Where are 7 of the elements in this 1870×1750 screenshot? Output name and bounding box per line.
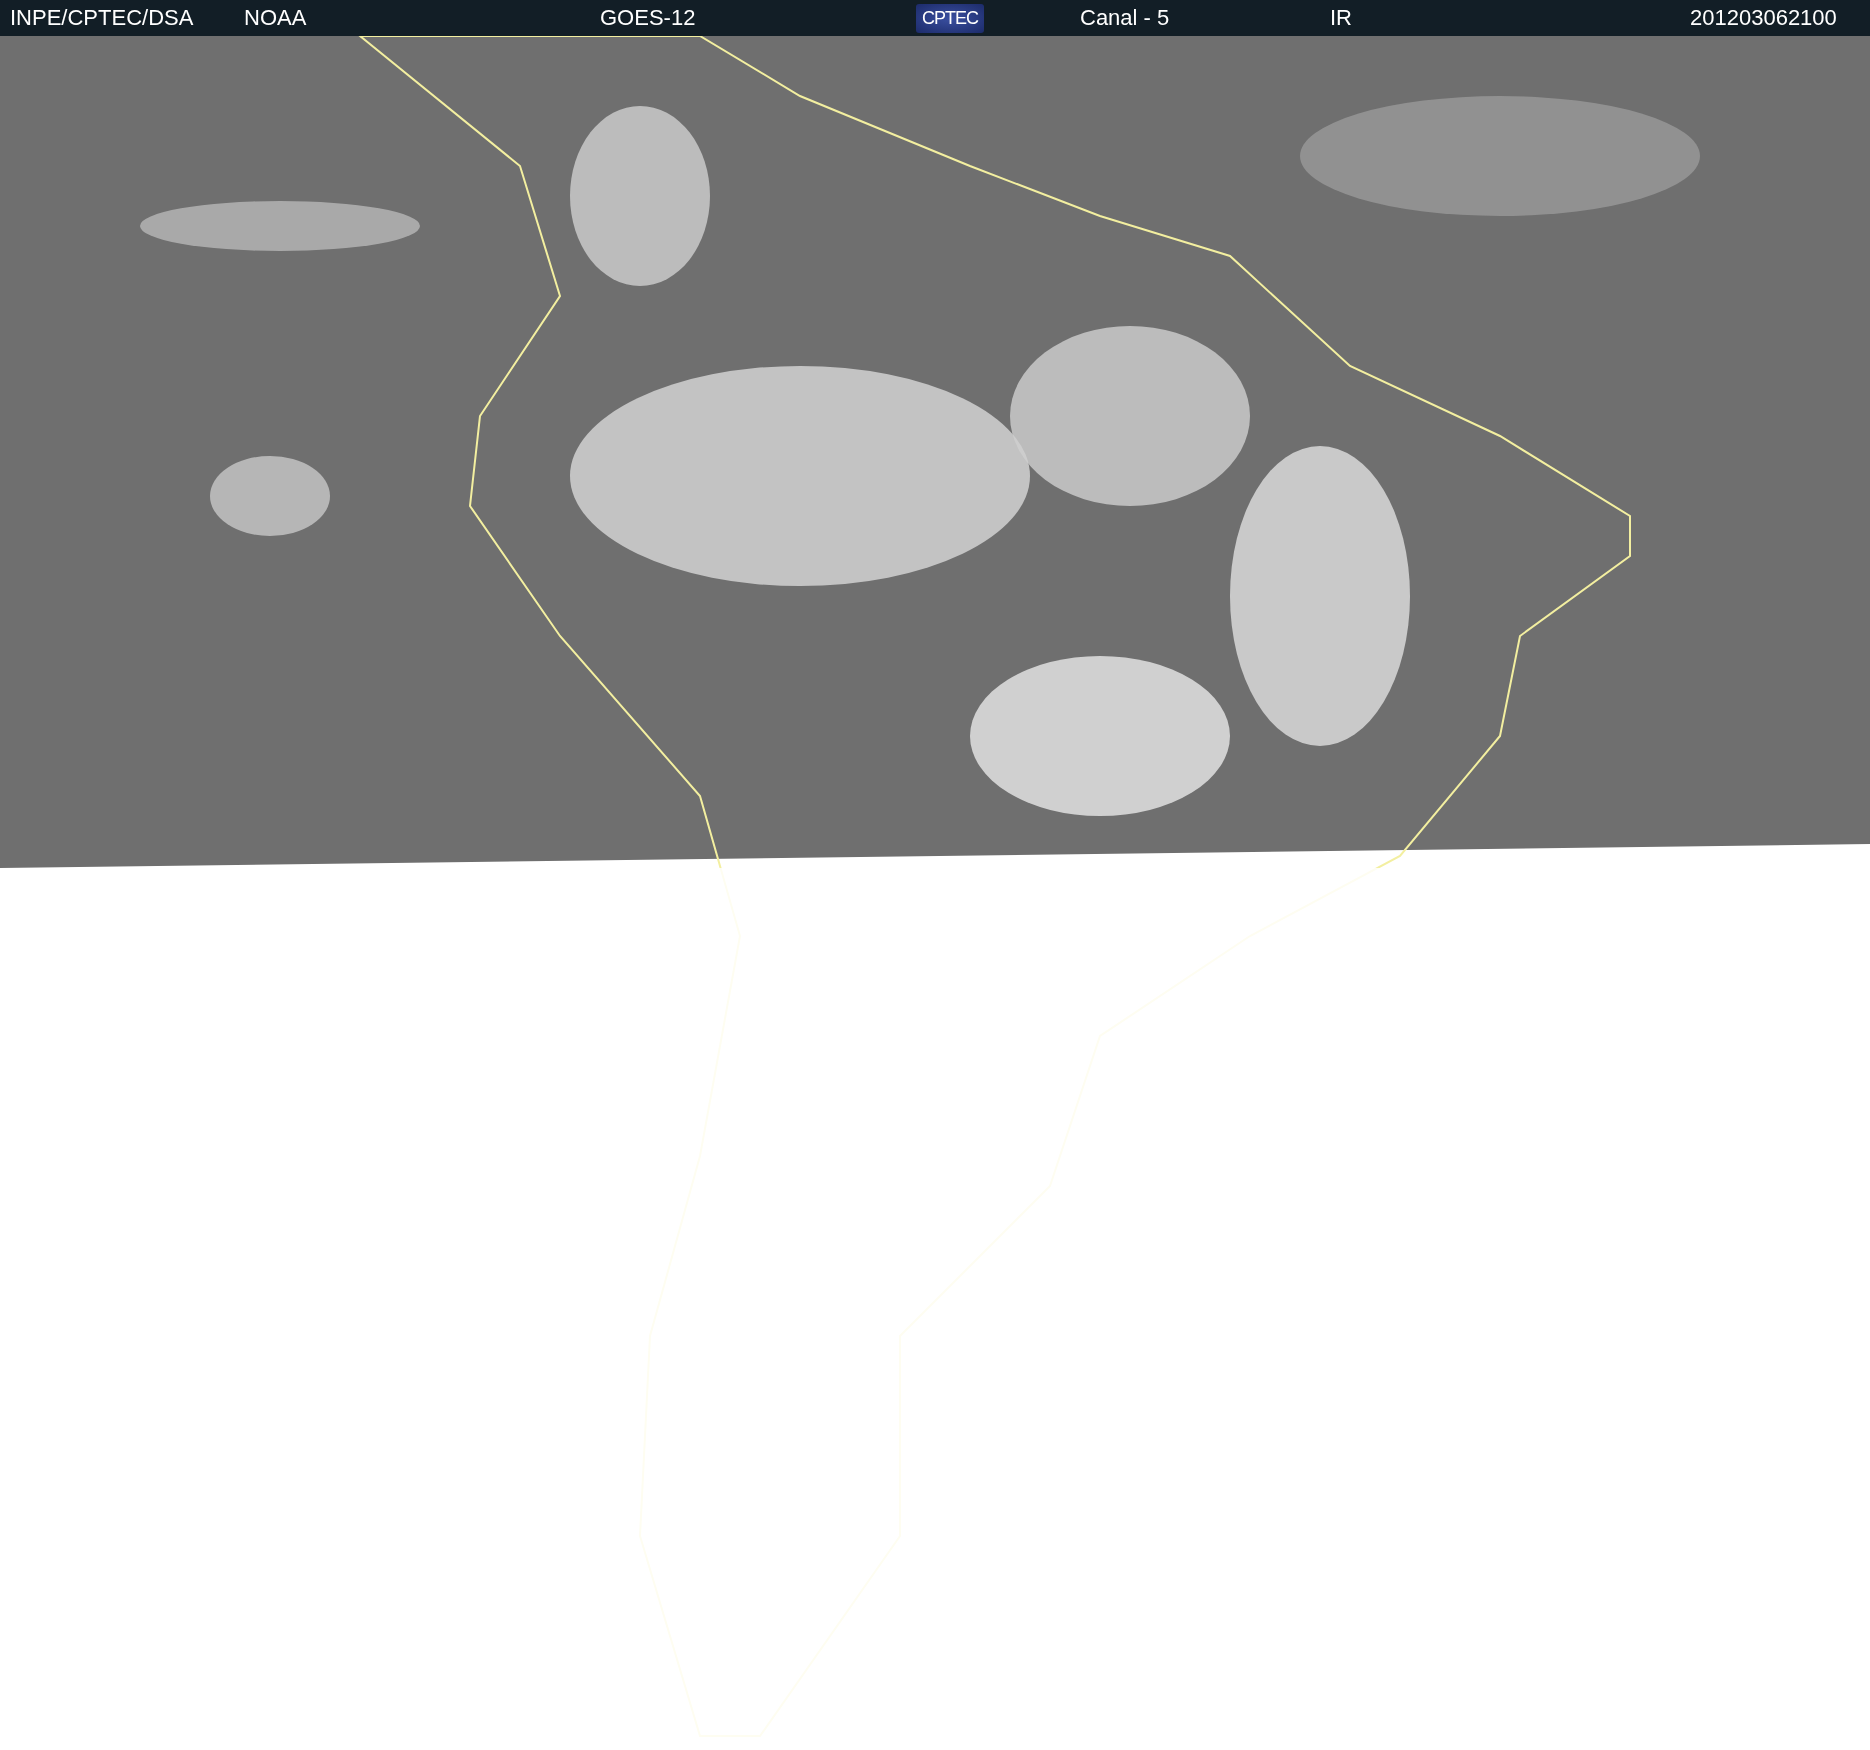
header-text: IR <box>1330 5 1352 31</box>
header-text: NOAA <box>244 5 307 31</box>
header-text: 201203062100 <box>1690 5 1837 31</box>
header-text: Canal - 5 <box>1080 5 1170 31</box>
header-text: INPE/CPTEC/DSA <box>10 5 194 31</box>
header-text: GOES-12 <box>600 5 696 31</box>
logo-badge: CPTEC <box>916 3 984 33</box>
